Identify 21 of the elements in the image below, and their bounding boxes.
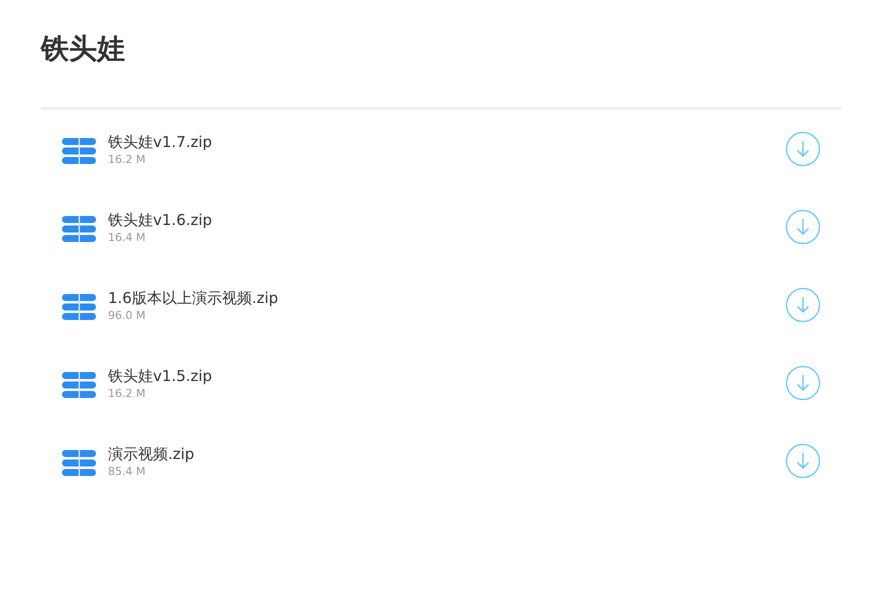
file-name[interactable]: 1.6版本以上演示视频.zip [108, 288, 278, 308]
download-icon[interactable] [785, 443, 821, 479]
download-icon[interactable] [785, 209, 821, 245]
file-size: 85.4 M [108, 464, 146, 478]
file-size: 96.0 M [108, 308, 146, 322]
page-title: 铁头娃 [41, 31, 126, 67]
file-size: 16.2 M [108, 152, 146, 166]
archive-icon [62, 138, 96, 164]
archive-icon [62, 450, 96, 476]
archive-icon [62, 372, 96, 398]
download-icon[interactable] [785, 287, 821, 323]
download-icon[interactable] [785, 131, 821, 167]
archive-icon [62, 294, 96, 320]
file-name[interactable]: 铁头娃v1.5.zip [108, 366, 212, 386]
file-name[interactable]: 铁头娃v1.7.zip [108, 132, 212, 152]
file-size: 16.2 M [108, 386, 146, 400]
file-name[interactable]: 铁头娃v1.6.zip [108, 210, 212, 230]
file-size: 16.4 M [108, 230, 146, 244]
file-name[interactable]: 演示视频.zip [108, 444, 194, 464]
archive-icon [62, 216, 96, 242]
download-icon[interactable] [785, 365, 821, 401]
